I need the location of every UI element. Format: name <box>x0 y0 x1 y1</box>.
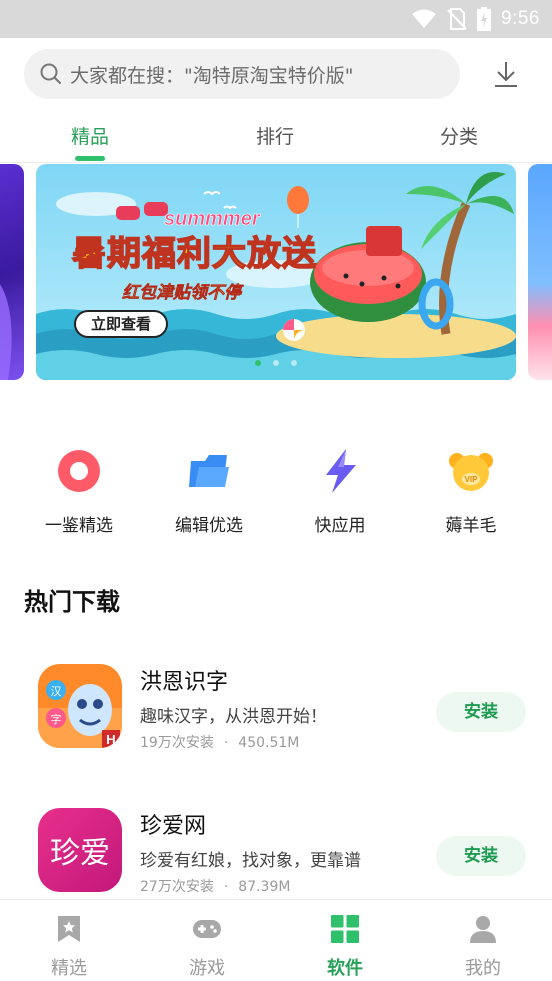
nav-software[interactable]: 软件 <box>276 914 414 980</box>
tabs-divider <box>0 162 552 163</box>
nav-label: 游戏 <box>189 958 225 979</box>
icon-text: 珍爱 <box>50 836 110 871</box>
quick-entry-curated[interactable]: 一鉴精选 <box>9 447 149 536</box>
tab-featured[interactable]: 精品 <box>30 122 150 149</box>
app-install-count: 27万次安装 <box>140 879 214 895</box>
nav-label: 我的 <box>465 958 501 979</box>
gamepad-icon <box>193 920 221 938</box>
person-icon <box>470 916 496 943</box>
app-list-item[interactable]: 汉 字 H 洪恩识字 趣味汉字，从洪恩开始！ 19万次安装 · 450.51M 安装 <box>0 664 552 774</box>
icon-char: 字 <box>51 712 62 726</box>
carousel-dot <box>273 360 279 366</box>
banner-title: 暑期福利大放送 <box>71 233 317 275</box>
app-meta: 27万次安装 · 87.39M <box>140 876 290 896</box>
search-input[interactable]: 大家都在搜："淘特原淘宝特价版" <box>24 49 460 99</box>
lightning-icon <box>326 449 356 493</box>
quick-entry-quick-apps[interactable]: 快应用 <box>270 447 410 536</box>
tab-ranking[interactable]: 排行 <box>215 122 335 149</box>
wifi-icon <box>412 9 437 28</box>
bookmark-star-icon <box>58 916 80 942</box>
bottom-navigation: 精选 游戏 软件 我的 <box>0 899 552 981</box>
carousel-indicator <box>36 360 516 366</box>
no-sim-icon <box>447 8 467 30</box>
nav-featured[interactable]: 精选 <box>0 914 138 980</box>
install-button[interactable]: 安装 <box>436 836 526 876</box>
search-icon <box>40 63 61 84</box>
quick-entry-label: 编辑优选 <box>175 516 243 536</box>
app-size: 87.39M <box>238 879 291 895</box>
folder-icon <box>189 455 229 487</box>
app-name: 洪恩识字 <box>140 670 229 695</box>
top-tabs: 精品 排行 分类 <box>0 114 552 162</box>
ring-icon <box>58 450 100 492</box>
quick-entry-label: 薅羊毛 <box>445 516 497 536</box>
quick-entry-editors-choice[interactable]: 编辑优选 <box>139 447 279 536</box>
banner-prev-slide[interactable] <box>0 164 24 380</box>
icon-char: 汉 <box>51 685 62 698</box>
status-bar: 9:56 <box>0 0 552 38</box>
promo-banner[interactable]: summmer 暑期福利大放送 红包津贴领不停 立即查看 <box>36 164 516 380</box>
icon-char: H <box>106 732 115 747</box>
app-description: 趣味汉字，从洪恩开始！ <box>140 707 327 727</box>
app-install-count: 19万次安装 <box>140 735 214 751</box>
download-manager-button[interactable] <box>488 56 524 92</box>
meta-separator: · <box>223 735 229 751</box>
apps-grid-icon <box>331 915 359 943</box>
battery-charging-icon <box>477 7 492 31</box>
banner-subtitle: 红包津贴领不停 <box>122 283 242 304</box>
meta-separator: · <box>223 879 229 895</box>
svg-text:VIP: VIP <box>465 475 479 484</box>
quick-entry-label: 一鉴精选 <box>45 516 113 536</box>
nav-me[interactable]: 我的 <box>414 914 552 980</box>
banner-next-slide[interactable] <box>528 164 552 380</box>
nav-label: 精选 <box>51 958 87 979</box>
app-description: 珍爱有红娘，找对象，更靠谱 <box>140 851 361 871</box>
sheep-icon: VIP <box>449 453 493 491</box>
install-button[interactable]: 安装 <box>436 692 526 732</box>
clock-time: 9:56 <box>501 8 540 29</box>
quick-entry-label: 快应用 <box>314 516 366 536</box>
app-icon-zhenai: 珍爱 <box>38 808 122 892</box>
nav-games[interactable]: 游戏 <box>138 914 276 980</box>
search-placeholder: 大家都在搜："淘特原淘宝特价版" <box>70 64 354 87</box>
download-icon <box>495 62 517 87</box>
tab-categories[interactable]: 分类 <box>399 122 519 149</box>
app-icon-hongen: 汉 字 H <box>38 664 122 748</box>
app-size: 450.51M <box>238 735 300 751</box>
app-name: 珍爱网 <box>140 814 207 839</box>
carousel-dot-active <box>255 360 261 366</box>
active-tab-indicator <box>75 156 105 161</box>
banner-view-now-button[interactable]: 立即查看 <box>74 310 168 338</box>
status-icons: 9:56 <box>411 6 540 32</box>
section-title-hot-downloads: 热门下载 <box>24 588 120 616</box>
nav-label: 软件 <box>327 958 363 979</box>
app-meta: 19万次安装 · 450.51M <box>140 732 299 752</box>
quick-entry-deals[interactable]: VIP 薅羊毛 <box>401 447 541 536</box>
carousel-dot <box>291 360 297 366</box>
